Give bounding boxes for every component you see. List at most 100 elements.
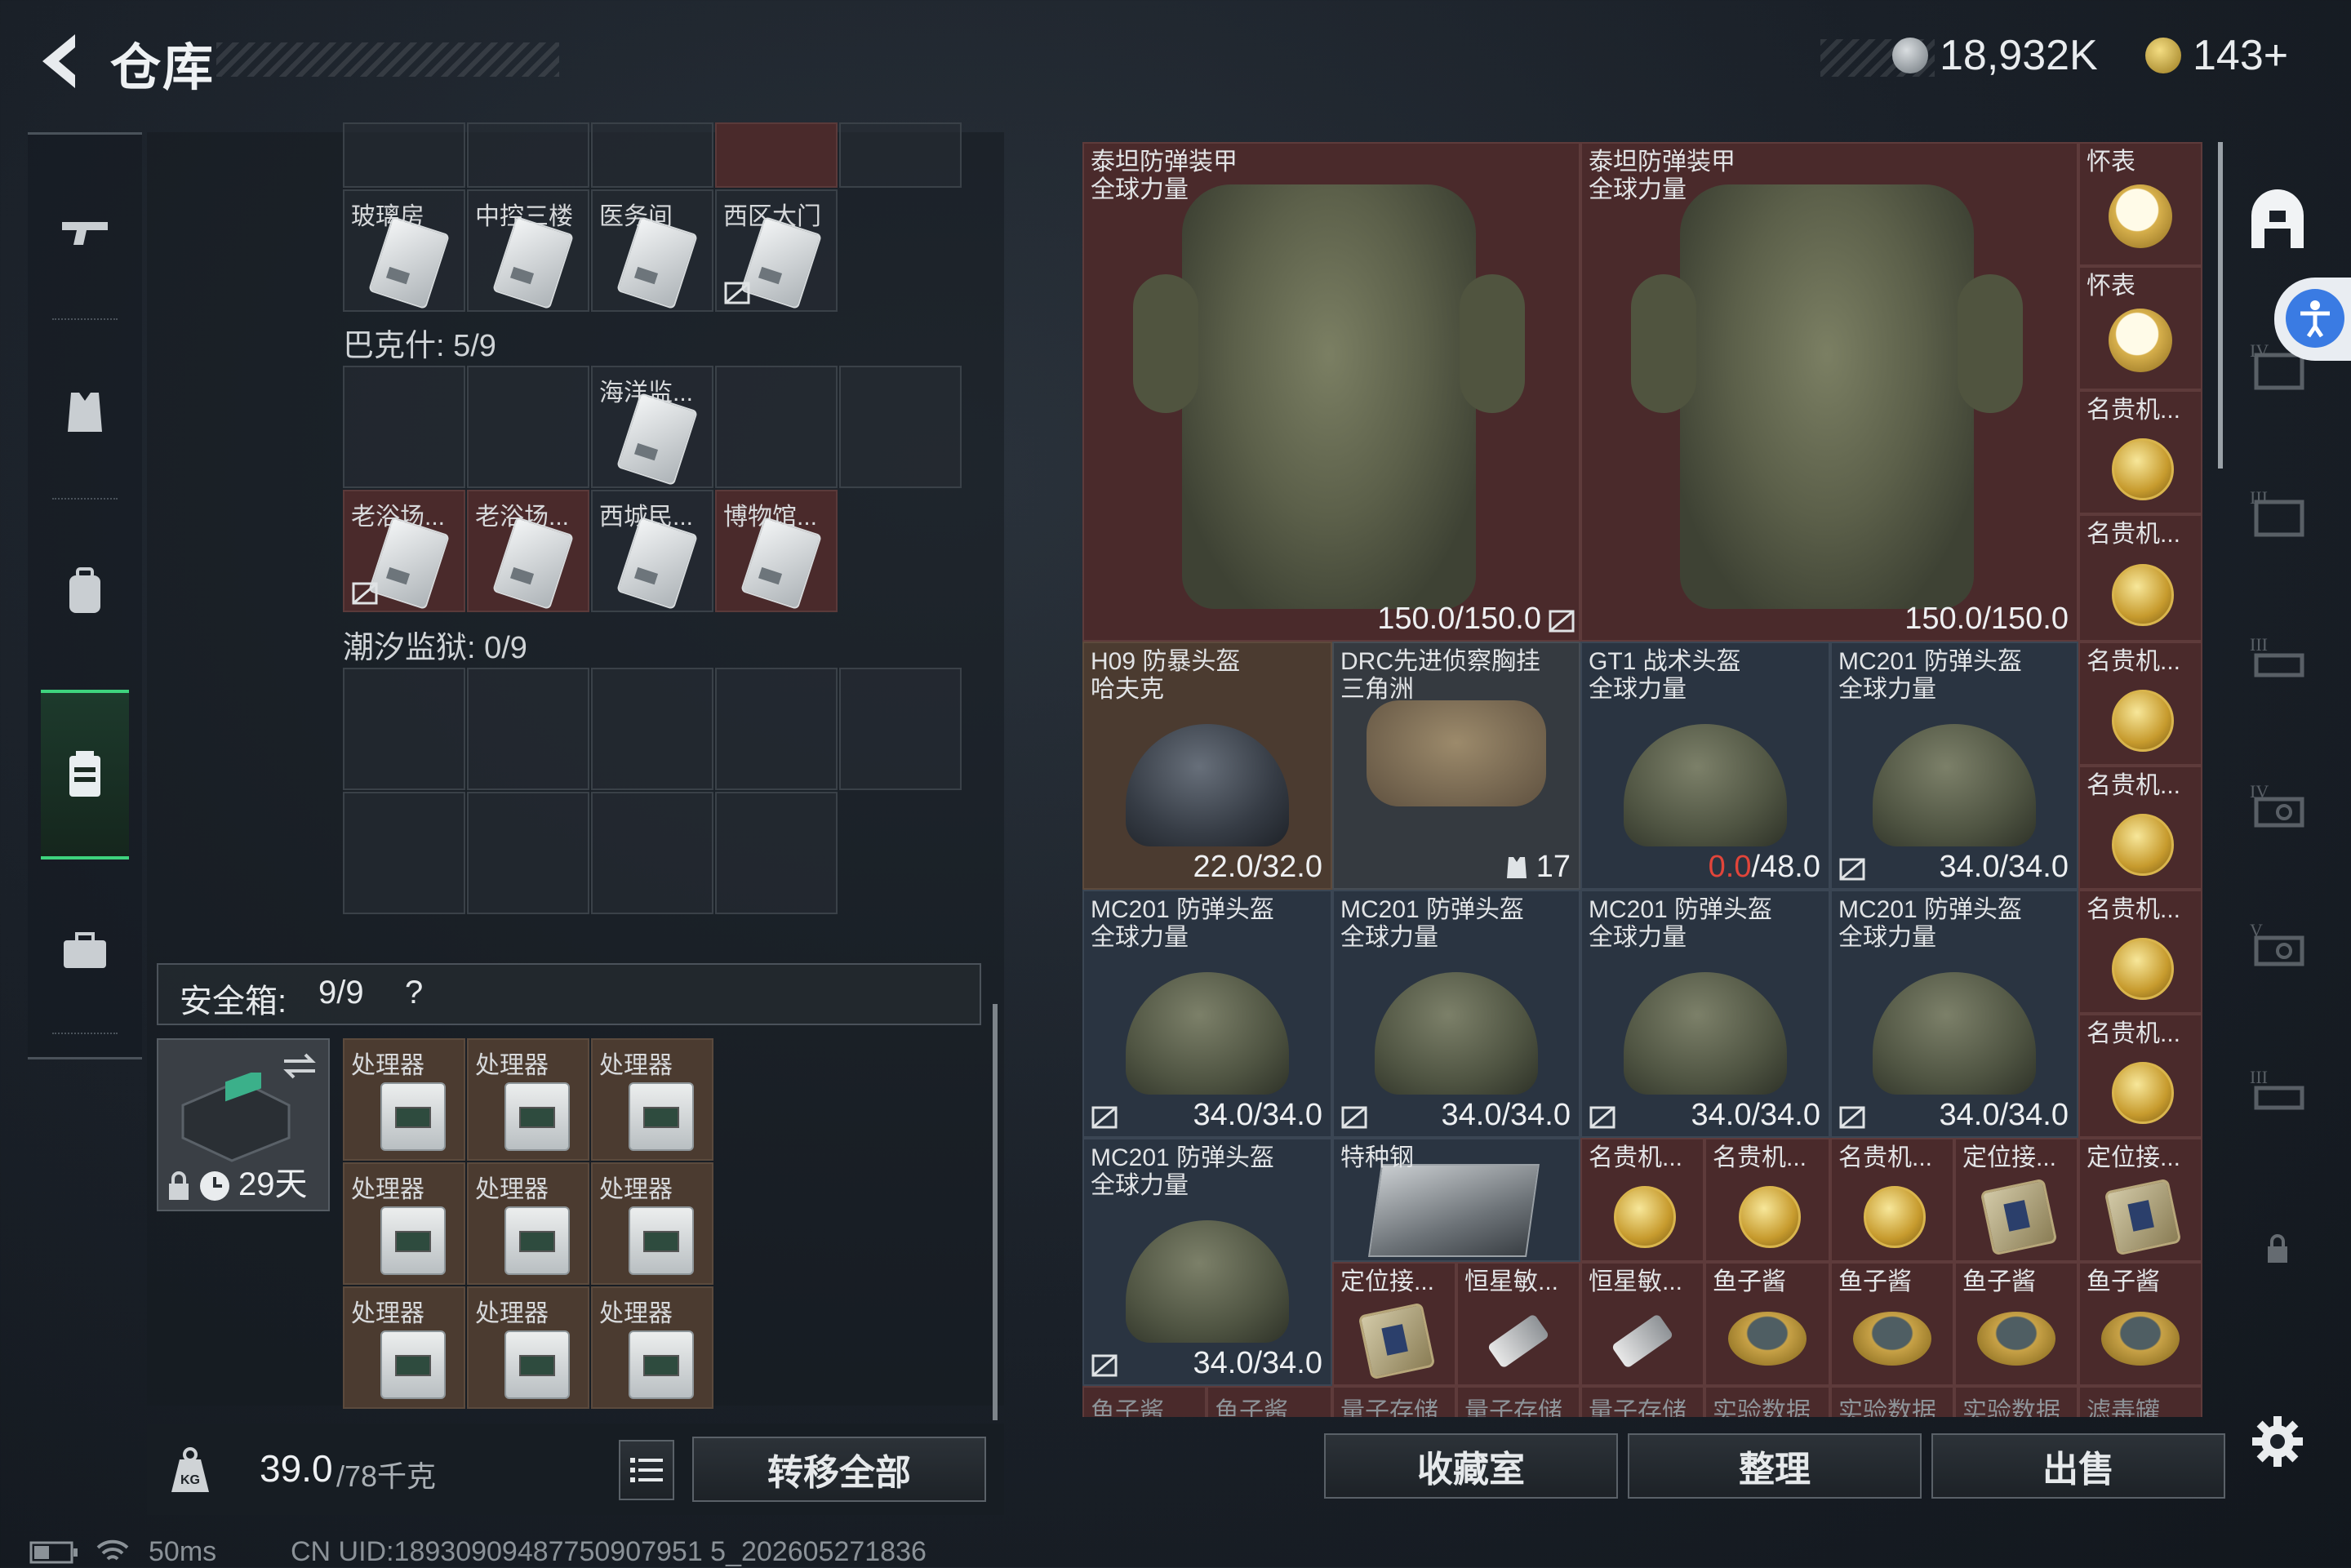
keycard-slot[interactable]: 中控三楼	[467, 189, 589, 312]
locator-item[interactable]: 定位接...	[2078, 1138, 2202, 1262]
keycard-slot-empty[interactable]	[467, 668, 589, 790]
keycard-slot-empty[interactable]	[839, 668, 962, 790]
ballistic-helmet-item[interactable]: MC201 防弹头盔 全球力量 34.0/34.0	[1082, 890, 1332, 1138]
star-sensor-item[interactable]: 恒星敏...	[1580, 1262, 1704, 1386]
keycard-slot[interactable]: 玻璃房	[343, 189, 465, 312]
keycard-slot-partial[interactable]	[343, 122, 465, 188]
keycard-slot-partial[interactable]	[839, 122, 962, 188]
ballistic-helmet-item[interactable]: MC201 防弹头盔 全球力量 34.0/34.0	[1580, 890, 1830, 1138]
luxury-watch-item[interactable]: 名贵机...	[1830, 1138, 1954, 1262]
help-icon[interactable]: ?	[405, 975, 423, 1011]
locator-item[interactable]: 定位接...	[1954, 1138, 2078, 1262]
processor-item[interactable]: 处理器	[591, 1286, 713, 1409]
keycard-slot-empty[interactable]	[715, 366, 838, 488]
star-sensor-item[interactable]: 恒星敏...	[1456, 1262, 1580, 1386]
caviar-item[interactable]: 鱼子酱	[1704, 1262, 1830, 1386]
partial-item[interactable]: 实验数据	[1954, 1386, 2078, 1417]
keycard-slot[interactable]: 博物馆...	[715, 490, 838, 612]
safe-box-container[interactable]: 29天	[157, 1038, 330, 1211]
stash-tier-iii-b-tab[interactable]: III	[2237, 620, 2318, 702]
stash-scrollbar[interactable]	[2218, 142, 2223, 469]
luxury-watch-item[interactable]: 名贵机...	[2078, 1014, 2202, 1138]
keycard-slot-empty[interactable]	[839, 366, 962, 488]
stash-tier-iii-c-tab[interactable]: III	[2237, 1053, 2318, 1135]
luxury-watch-item[interactable]: 名贵机...	[2078, 390, 2202, 514]
keycard-slot[interactable]: 西城民...	[591, 490, 713, 612]
partial-item[interactable]: 实验数据	[1830, 1386, 1954, 1417]
caviar-item[interactable]: 鱼子酱	[1954, 1262, 2078, 1386]
ballistic-helmet-item[interactable]: MC201 防弹头盔 全球力量 34.0/34.0	[1332, 890, 1580, 1138]
partial-item[interactable]: 鱼子酱	[1082, 1386, 1207, 1417]
luxury-watch-item[interactable]: 名贵机...	[2078, 890, 2202, 1014]
swap-icon[interactable]	[281, 1050, 318, 1082]
ballistic-helmet-item[interactable]: MC201 防弹头盔 全球力量 34.0/34.0	[1082, 1138, 1332, 1386]
luxury-watch-item[interactable]: 名贵机...	[1580, 1138, 1704, 1262]
luxury-watch-item[interactable]: 名贵机...	[2078, 642, 2202, 766]
partial-item[interactable]: 实验数据	[1704, 1386, 1830, 1417]
armor-item[interactable]: 泰坦防弹装甲 全球力量 150.0/150.0	[1082, 142, 1580, 642]
keycard-slot[interactable]: 老浴场...	[467, 490, 589, 612]
accessibility-button[interactable]	[2274, 278, 2351, 361]
keycard-slot-empty[interactable]	[467, 792, 589, 914]
sell-button[interactable]: 出售	[1931, 1433, 2225, 1499]
sidebar-item-weapons[interactable]	[28, 151, 142, 314]
keycard-slot-partial[interactable]	[591, 122, 713, 188]
stash-tier-iv-b-tab[interactable]: IV	[2237, 767, 2318, 849]
processor-item[interactable]: 处理器	[343, 1286, 465, 1409]
keycard-slot-empty[interactable]	[591, 668, 713, 790]
currency-trilateral[interactable]: 143+	[2145, 31, 2288, 80]
ballistic-helmet-item[interactable]: MC201 防弹头盔 全球力量 34.0/34.0	[1830, 642, 2078, 890]
riot-helmet-item[interactable]: H09 防暴头盔 哈夫克 22.0/32.0	[1082, 642, 1332, 890]
processor-item[interactable]: 处理器	[343, 1038, 465, 1161]
processor-item[interactable]: 处理器	[467, 1162, 589, 1285]
keycard-slot[interactable]: 老浴场...	[343, 490, 465, 612]
partial-item[interactable]: 量子存储	[1332, 1386, 1456, 1417]
sidebar-item-backpack[interactable]	[28, 510, 142, 673]
luxury-watch-item[interactable]: 名贵机...	[2078, 766, 2202, 890]
list-view-button[interactable]	[619, 1440, 674, 1500]
partial-item[interactable]: 量子存储	[1456, 1386, 1580, 1417]
processor-item[interactable]: 处理器	[467, 1286, 589, 1409]
caviar-item[interactable]: 鱼子酱	[1830, 1262, 1954, 1386]
locator-item[interactable]: 定位接...	[1332, 1262, 1456, 1386]
pocket-watch-item[interactable]: 怀表	[2078, 266, 2202, 390]
keycard-slot-empty[interactable]	[343, 668, 465, 790]
keycard-slot[interactable]: 医务间	[591, 189, 713, 312]
processor-item[interactable]: 处理器	[591, 1038, 713, 1161]
settings-button[interactable]	[2237, 1401, 2318, 1482]
keycard-slot-partial[interactable]	[715, 122, 838, 188]
keycard-slot-empty[interactable]	[591, 792, 713, 914]
pocket-watch-item[interactable]: 怀表	[2078, 142, 2202, 266]
keycard-slot-empty[interactable]	[467, 366, 589, 488]
left-scrollbar[interactable]	[993, 1004, 998, 1420]
tactical-helmet-item[interactable]: GT1 战术头盔 全球力量 0.0/48.0	[1580, 642, 1830, 890]
sidebar-item-keycard-case[interactable]	[41, 690, 129, 860]
partial-item[interactable]: 滤毒罐	[2078, 1386, 2202, 1417]
keycard-slot-partial[interactable]	[467, 122, 589, 188]
caviar-item[interactable]: 鱼子酱	[2078, 1262, 2202, 1386]
keycard-slot[interactable]: 西区大门	[715, 189, 838, 312]
keycard-slot-empty[interactable]	[343, 792, 465, 914]
partial-item[interactable]: 量子存储	[1580, 1386, 1704, 1417]
chest-rig-item[interactable]: DRC先进侦察胸挂 三角洲 17	[1332, 642, 1580, 890]
partial-item[interactable]: 鱼子酱	[1207, 1386, 1332, 1417]
sidebar-item-briefcase[interactable]	[28, 869, 142, 1033]
luxury-watch-item[interactable]: 名贵机...	[1704, 1138, 1830, 1262]
armor-item[interactable]: 泰坦防弹装甲 全球力量 150.0/150.0	[1580, 142, 2078, 642]
luxury-watch-item[interactable]: 名贵机...	[2078, 514, 2202, 642]
keycard-slot[interactable]: 海洋监...	[591, 366, 713, 488]
processor-item[interactable]: 处理器	[343, 1162, 465, 1285]
stash-tier-v-tab[interactable]: V	[2237, 906, 2318, 988]
sort-button[interactable]: 整理	[1628, 1433, 1922, 1499]
special-steel-item[interactable]: 特种钢	[1332, 1138, 1580, 1262]
back-arrow-icon[interactable]	[24, 24, 98, 98]
sidebar-item-armor[interactable]	[28, 331, 142, 494]
ballistic-helmet-item[interactable]: MC201 防弹头盔 全球力量 34.0/34.0	[1830, 890, 2078, 1138]
stash-tier-iii-tab[interactable]: III	[2237, 473, 2318, 555]
processor-item[interactable]: 处理器	[467, 1038, 589, 1161]
safehouse-tab[interactable]	[2237, 180, 2318, 261]
keycard-slot-empty[interactable]	[715, 668, 838, 790]
keycard-slot-empty[interactable]	[343, 366, 465, 488]
transfer-all-button[interactable]: 转移全部	[692, 1437, 986, 1502]
collection-room-button[interactable]: 收藏室	[1324, 1433, 1618, 1499]
